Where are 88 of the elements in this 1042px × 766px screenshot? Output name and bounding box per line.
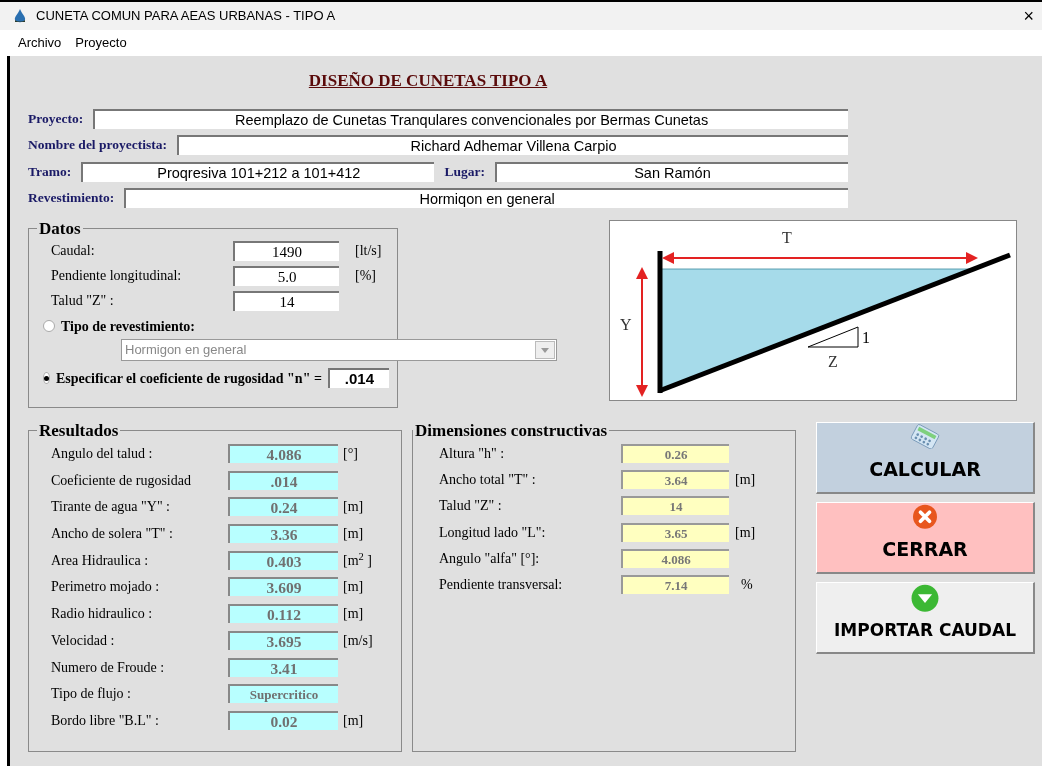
field-label: Tramo: (28, 162, 72, 181)
result-label: Perimetro mojado : (50, 578, 161, 597)
unit-label: [m] (735, 471, 756, 490)
dimension-label: Ancho total "T" : (438, 471, 537, 490)
result-label: Angulo del talud : (50, 445, 154, 464)
rise-label: 1 (862, 328, 870, 346)
result-label: Bordo libre "B.L" : (50, 711, 160, 730)
dimension-field: 14 (621, 496, 729, 516)
window-title: CUNETA COMUN PARA AEAS URBANAS - TIPO A (36, 7, 337, 26)
text-field[interactable]: San Ramón (494, 161, 848, 182)
radio-label: Especificar el coeficiente de rugosidad "n" = (56, 369, 322, 388)
dropdown-arrow-icon (541, 347, 549, 353)
field-label: Revestimiento: (28, 189, 115, 208)
width-label: T (782, 228, 792, 246)
dimension-field: 0.26 (621, 443, 729, 463)
result-field: 3.36 (228, 524, 338, 544)
result-field: 0.24 (228, 497, 338, 517)
result-label: Ancho de solera "T" : (50, 525, 174, 544)
text-field[interactable]: Hormiqon en general (124, 188, 848, 209)
result-field: Supercritico (228, 684, 338, 704)
field-label: Caudal: (50, 242, 96, 261)
unit-label: % (741, 576, 753, 595)
radio-button[interactable] (43, 372, 50, 385)
dimension-label: Talud "Z" : (438, 497, 503, 516)
unit-label: [lt/s] (355, 242, 382, 261)
input-field[interactable]: 5.0 (233, 265, 339, 286)
unit-label: [°] (343, 445, 358, 464)
result-field: 0.112 (228, 604, 338, 624)
unit-label: [m] (343, 498, 364, 517)
dimension-field: 3.64 (621, 470, 729, 490)
result-label: Coeficiente de rugosidad (50, 471, 192, 490)
result-field: 3.41 (228, 657, 338, 677)
unit-label: [m] (343, 525, 364, 544)
field-label: Nombre del proyectista: (28, 136, 167, 155)
unit-label: [%] (355, 267, 376, 286)
dimension-label: Pendiente transversal: (438, 576, 564, 595)
height-label: Y (620, 315, 632, 333)
text-field[interactable]: Richard Adhemar Villena Carpio (177, 135, 848, 156)
field-label: Talud "Z" : (50, 292, 115, 311)
result-label: Tipo de flujo : (50, 685, 132, 704)
group-title: Resultados (38, 421, 120, 441)
text-field[interactable]: Proqresiva 101+212 a 101+412 (81, 161, 435, 182)
input-field[interactable]: .014 (327, 368, 389, 389)
result-field: 0.403 (228, 550, 338, 570)
unit-label: [m] (343, 578, 364, 597)
result-label: Velocidad : (50, 631, 116, 650)
unit-label: [m] (343, 711, 364, 730)
form-heading: DISEÑO DE CUNETAS TIPO A (307, 70, 549, 92)
input-field[interactable]: 1490 (233, 240, 339, 261)
radio-label: Tipo de revestimiento: (61, 317, 196, 336)
unit-label: [m/s] (343, 631, 373, 650)
dimension-label: Altura "h" : (438, 444, 506, 463)
action-button[interactable]: CALCULAR (816, 421, 1035, 494)
dimension-field: 3.65 (621, 522, 729, 542)
input-field[interactable]: 14 (233, 290, 339, 311)
field-label: Pendiente longitudinal: (50, 267, 183, 286)
unit-label: [m$^{2}$ ] (343, 549, 372, 570)
menu-item[interactable]: Proyecto (75, 33, 127, 53)
result-label: Radio hidraulico : (50, 605, 154, 624)
dimension-field: 7.14 (621, 575, 729, 595)
action-button[interactable]: CERRAR (816, 501, 1035, 574)
menu-item[interactable]: Archivo (18, 33, 62, 53)
action-button[interactable]: IMPORTAR CAUDAL (816, 581, 1035, 654)
result-field: .014 (228, 470, 338, 490)
result-field: 0.02 (228, 710, 338, 730)
text-field[interactable]: Reemplazo de Cunetas Tranqulares convencionales por Bermas Cunetas (93, 108, 848, 129)
result-label: Area Hidraulica : (50, 551, 150, 570)
group-title: Dimensiones constructivas (414, 421, 609, 441)
result-field: 3.609 (228, 577, 338, 597)
result-label: Tirante de agua "Y" : (50, 498, 171, 517)
water-drop-icon (14, 8, 26, 24)
slope-triangle (807, 326, 859, 347)
dimension-label: Longitud lado "L": (438, 523, 547, 542)
close-button[interactable]: × (1021, 7, 1036, 25)
radio-option[interactable]: Tipo de revestimiento: (43, 313, 389, 340)
unit-label: [m] (343, 605, 364, 624)
radio-option[interactable]: Especificar el coeficiente de rugosidad "n" = .014 (43, 365, 389, 392)
dimension-label: Angulo "alfa" [°]: (438, 550, 541, 568)
field-label: Proyecto: (28, 109, 84, 128)
result-field: 3.695 (228, 630, 338, 650)
group-title: Datos (38, 219, 82, 239)
radio-button[interactable] (43, 320, 55, 333)
field-label: Lugar: (444, 162, 485, 181)
result-label: Numero de Froude : (50, 658, 166, 677)
result-field: 4.086 (228, 444, 338, 464)
unit-label: [m] (735, 523, 756, 542)
dimension-field: 4.086 (621, 549, 729, 568)
run-label: Z (828, 352, 838, 370)
